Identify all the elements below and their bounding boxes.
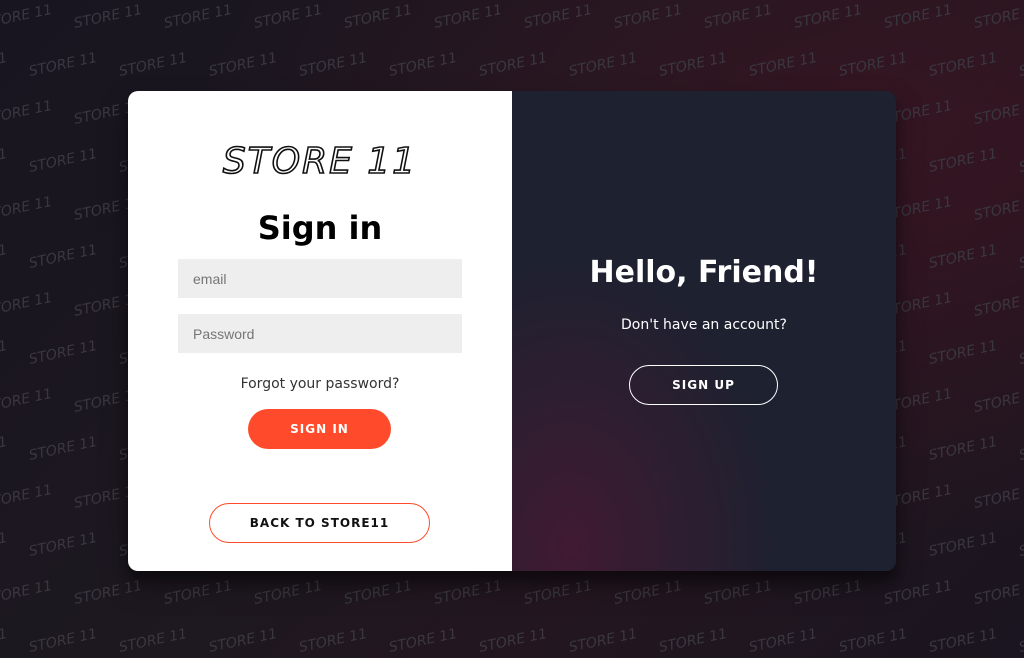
- watermark-text: STORE 11: [343, 2, 414, 32]
- watermark-text: STORE 11: [973, 290, 1024, 320]
- watermark-text: STORE 11: [568, 50, 639, 80]
- watermark-text: STORE 11: [973, 482, 1024, 512]
- watermark-text: STORE 11: [568, 626, 639, 656]
- store-logo: STORE 11: [128, 141, 512, 185]
- watermark-text: STORE 11: [613, 578, 684, 608]
- watermark-text: STORE 11: [0, 242, 9, 272]
- watermark-text: STORE 11: [928, 242, 999, 272]
- watermark-text: STORE 11: [1018, 146, 1024, 176]
- watermark-text: STORE 11: [0, 146, 9, 176]
- watermark-text: STORE 11: [658, 626, 729, 656]
- watermark-text: STORE 11: [28, 434, 99, 464]
- email-field[interactable]: [178, 259, 462, 298]
- sign-up-overlay-panel: Hello, Friend! Don't have an account? SI…: [512, 91, 896, 571]
- watermark-text: STORE 11: [28, 530, 99, 560]
- sign-in-heading: Sign in: [257, 209, 383, 247]
- watermark-text: STORE 11: [1018, 50, 1024, 80]
- store-logo-mark: STORE 11: [222, 141, 417, 181]
- watermark-text: STORE 11: [433, 2, 504, 32]
- forgot-password-link[interactable]: Forgot your password?: [128, 376, 512, 392]
- watermark-text: STORE 11: [883, 578, 954, 608]
- watermark-text: STORE 11: [28, 242, 99, 272]
- watermark-text: STORE 11: [838, 50, 909, 80]
- auth-card: STORE 11 Sign in Forgot your password? S…: [128, 91, 896, 571]
- watermark-text: STORE 11: [298, 626, 369, 656]
- logo-text: STORE 11: [223, 141, 417, 181]
- watermark-text: STORE 11: [433, 578, 504, 608]
- watermark-text: STORE 11: [793, 2, 864, 32]
- watermark-text: STORE 11: [523, 578, 594, 608]
- watermark-text: STORE 11: [928, 338, 999, 368]
- no-account-text: Don't have an account?: [621, 317, 787, 333]
- watermark-text: STORE 11: [0, 578, 54, 608]
- watermark-text: STORE 11: [343, 578, 414, 608]
- watermark-text: STORE 11: [613, 2, 684, 32]
- watermark-text: STORE 11: [253, 578, 324, 608]
- watermark-text: STORE 11: [0, 2, 54, 32]
- back-to-store-button[interactable]: BACK TO STORE11: [209, 503, 430, 543]
- watermark-text: STORE 11: [298, 50, 369, 80]
- watermark-text: STORE 11: [658, 50, 729, 80]
- watermark-text: STORE 11: [748, 626, 819, 656]
- watermark-text: STORE 11: [478, 626, 549, 656]
- watermark-text: STORE 11: [703, 578, 774, 608]
- watermark-text: STORE 11: [28, 50, 99, 80]
- watermark-text: STORE 11: [928, 50, 999, 80]
- watermark-text: STORE 11: [1018, 434, 1024, 464]
- watermark-text: STORE 11: [0, 482, 54, 512]
- watermark-text: STORE 11: [523, 2, 594, 32]
- watermark-text: STORE 11: [0, 98, 54, 128]
- watermark-text: STORE 11: [973, 2, 1024, 32]
- watermark-text: STORE 11: [928, 530, 999, 560]
- watermark-text: STORE 11: [28, 146, 99, 176]
- watermark-text: STORE 11: [253, 2, 324, 32]
- password-field[interactable]: [178, 314, 462, 353]
- watermark-text: STORE 11: [883, 2, 954, 32]
- watermark-text: STORE 11: [748, 50, 819, 80]
- watermark-text: STORE 11: [973, 98, 1024, 128]
- watermark-text: STORE 11: [793, 578, 864, 608]
- watermark-text: STORE 11: [0, 530, 9, 560]
- hello-heading: Hello, Friend!: [589, 255, 819, 290]
- watermark-text: STORE 11: [163, 578, 234, 608]
- sign-in-button[interactable]: SIGN IN: [248, 409, 391, 449]
- watermark-text: STORE 11: [118, 626, 189, 656]
- watermark-text: STORE 11: [388, 50, 459, 80]
- watermark-text: STORE 11: [118, 50, 189, 80]
- watermark-text: STORE 11: [208, 626, 279, 656]
- watermark-text: STORE 11: [0, 194, 54, 224]
- watermark-text: STORE 11: [1018, 530, 1024, 560]
- watermark-text: STORE 11: [73, 2, 144, 32]
- watermark-text: STORE 11: [928, 146, 999, 176]
- watermark-text: STORE 11: [28, 338, 99, 368]
- watermark-text: STORE 11: [703, 2, 774, 32]
- sign-up-button[interactable]: SIGN UP: [629, 365, 778, 405]
- watermark-text: STORE 11: [1018, 242, 1024, 272]
- watermark-text: STORE 11: [0, 386, 54, 416]
- watermark-text: STORE 11: [928, 434, 999, 464]
- watermark-text: STORE 11: [838, 626, 909, 656]
- watermark-text: STORE 11: [973, 386, 1024, 416]
- sign-in-panel: STORE 11 Sign in Forgot your password? S…: [128, 91, 512, 571]
- watermark-text: STORE 11: [208, 50, 279, 80]
- watermark-text: STORE 11: [0, 50, 9, 80]
- watermark-text: STORE 11: [1018, 626, 1024, 656]
- watermark-text: STORE 11: [973, 194, 1024, 224]
- watermark-text: STORE 11: [973, 578, 1024, 608]
- watermark-text: STORE 11: [0, 626, 9, 656]
- watermark-text: STORE 11: [1018, 338, 1024, 368]
- watermark-text: STORE 11: [0, 434, 9, 464]
- watermark-text: STORE 11: [388, 626, 459, 656]
- watermark-text: STORE 11: [0, 338, 9, 368]
- watermark-text: STORE 11: [478, 50, 549, 80]
- watermark-text: STORE 11: [0, 290, 54, 320]
- watermark-text: STORE 11: [163, 2, 234, 32]
- watermark-text: STORE 11: [73, 578, 144, 608]
- watermark-text: STORE 11: [28, 626, 99, 656]
- watermark-text: STORE 11: [928, 626, 999, 656]
